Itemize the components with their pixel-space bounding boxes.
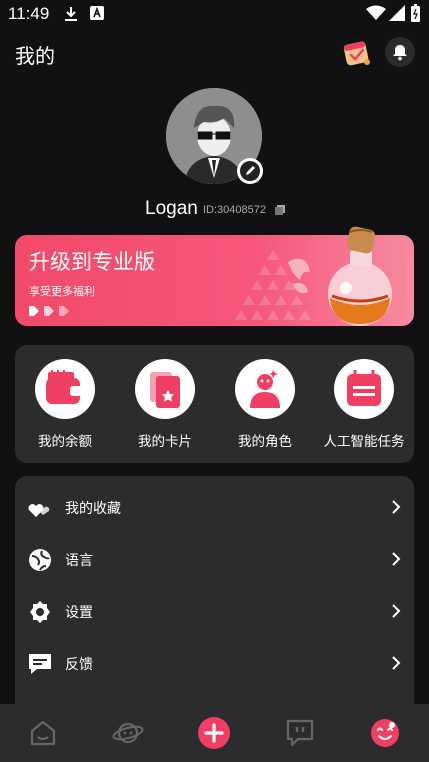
copy-icon[interactable] — [275, 205, 285, 215]
menu-item-favorites[interactable]: 我的收藏 — [15, 482, 414, 534]
edit-avatar-button[interactable] — [237, 158, 263, 184]
character-glyph — [250, 370, 280, 408]
quick-item-balance[interactable]: 我的余额 — [17, 359, 113, 450]
home-icon — [30, 720, 56, 746]
signal-icon — [389, 5, 405, 21]
gear-icon — [30, 601, 50, 623]
promo-title: 升级到专业版 — [29, 250, 155, 274]
promo-subtitle: 享受更多福利 — [29, 285, 95, 298]
calendar-glyph — [347, 370, 381, 406]
planet-icon — [112, 722, 144, 744]
quick-item-label: 我的余额 — [38, 434, 92, 450]
arrows-icon — [29, 306, 69, 316]
quick-item-character[interactable]: 我的角色 — [217, 359, 313, 450]
profile-face-icon — [371, 719, 399, 747]
quick-actions-card: 我的余额 我的卡片 我的角色 人工智能任务 — [15, 345, 414, 463]
settings-menu-card: 我的收藏 语言 设置 反馈 — [15, 476, 414, 716]
bell-icon — [393, 45, 407, 61]
nav-explore[interactable] — [112, 717, 144, 749]
chat-icon — [286, 719, 314, 747]
menu-item-settings[interactable]: 设置 — [15, 586, 414, 638]
quick-item-label: 我的卡片 — [138, 434, 192, 450]
wifi-icon — [366, 5, 386, 20]
status-time: 11:49 — [8, 4, 50, 23]
menu-item-feedback[interactable]: 反馈 — [15, 638, 414, 690]
user-id: ID:30408572 — [203, 204, 266, 216]
wallet-glyph — [46, 370, 82, 404]
notification-button[interactable] — [385, 37, 415, 67]
page-title: 我的 — [15, 44, 55, 68]
pencil-icon — [240, 161, 260, 181]
nav-create[interactable] — [198, 717, 230, 749]
checkin-calendar-button[interactable] — [342, 37, 372, 67]
globe-icon — [29, 549, 51, 571]
potion-bottle-icon — [288, 226, 392, 326]
favorites-hearts-icon — [28, 504, 50, 517]
battery-icon — [411, 4, 420, 22]
nav-messages[interactable] — [284, 717, 316, 749]
cards-icon — [135, 359, 195, 419]
nav-home[interactable] — [27, 717, 59, 749]
chevron-right-icon — [392, 500, 401, 514]
menu-item-label: 我的收藏 — [65, 501, 121, 517]
calendar-task-icon — [334, 359, 394, 419]
menu-item-label: 反馈 — [65, 657, 93, 673]
add-icon — [198, 717, 230, 749]
status-bar: 11:49 — [0, 0, 429, 28]
bottom-nav — [0, 704, 429, 762]
character-icon — [235, 359, 295, 419]
wallet-icon — [35, 359, 95, 419]
menu-item-language[interactable]: 语言 — [15, 534, 414, 586]
quick-item-label: 我的角色 — [238, 434, 292, 450]
nav-profile[interactable] — [369, 717, 401, 749]
app-notification-icon — [90, 6, 104, 20]
menu-item-label: 语言 — [65, 553, 93, 569]
username: Logan — [145, 198, 198, 219]
chevron-right-icon — [392, 552, 401, 566]
chevron-right-icon — [392, 604, 401, 618]
download-icon — [65, 7, 77, 21]
feedback-message-icon — [29, 654, 51, 674]
chevron-right-icon — [392, 656, 401, 670]
cards-glyph — [150, 372, 180, 408]
quick-item-cards[interactable]: 我的卡片 — [117, 359, 213, 450]
quick-item-ai-task[interactable]: 人工智能任务 — [316, 359, 412, 450]
calendar-check-icon — [343, 41, 370, 66]
quick-item-label: 人工智能任务 — [323, 434, 405, 450]
menu-item-label: 设置 — [65, 605, 93, 621]
